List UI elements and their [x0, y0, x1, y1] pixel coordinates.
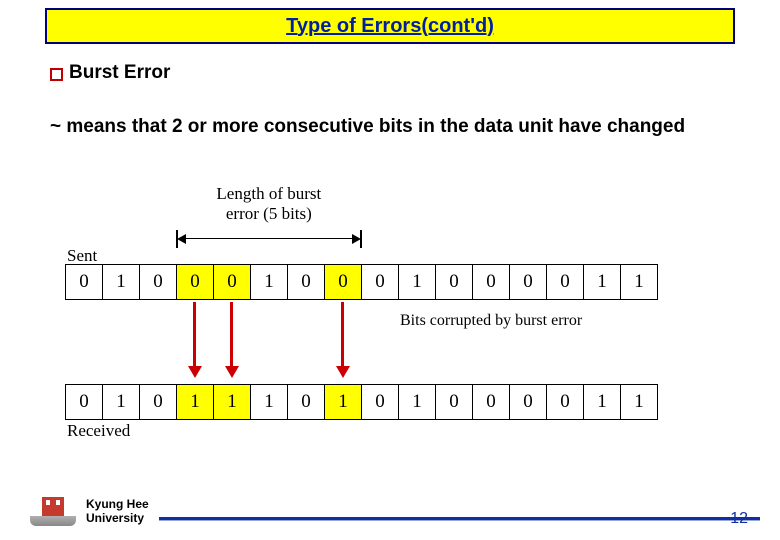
university-name: Kyung Hee University — [86, 498, 149, 526]
footer-rule — [159, 517, 760, 520]
bit-cell: 0 — [510, 385, 547, 419]
bit-cell: 1 — [177, 385, 214, 419]
bit-cell: 0 — [325, 265, 362, 299]
dimension-line — [176, 230, 361, 248]
bit-cell: 0 — [547, 265, 584, 299]
university-line2: University — [86, 512, 149, 526]
sent-bit-row: 0100010001000011 — [65, 264, 658, 300]
bit-cell: 0 — [473, 385, 510, 419]
title-bar: Type of Errors(cont'd) — [45, 8, 735, 44]
bullet-heading: Burst Error — [69, 62, 170, 84]
bit-cell: 0 — [140, 385, 177, 419]
bullet-row: Burst Error — [50, 62, 170, 84]
bit-cell: 1 — [584, 385, 621, 419]
university-logo-icon — [30, 494, 76, 526]
bit-cell: 1 — [399, 385, 436, 419]
page-number: 12 — [730, 510, 748, 528]
bit-cell: 1 — [214, 385, 251, 419]
slide-description: ~ means that 2 or more consecutive bits … — [50, 112, 730, 141]
bit-cell: 0 — [547, 385, 584, 419]
university-line1: Kyung Hee — [86, 498, 149, 512]
bit-cell: 1 — [621, 265, 657, 299]
sent-label: Sent — [67, 246, 97, 266]
bit-cell: 0 — [177, 265, 214, 299]
received-label: Received — [67, 421, 130, 441]
title-inner: Type of Errors(cont'd) — [47, 10, 733, 42]
length-label-line1: Length of burst — [166, 184, 371, 204]
bit-cell: 1 — [251, 265, 288, 299]
length-label-line2: error (5 bits) — [166, 204, 371, 224]
corrupted-label: Bits corrupted by burst error — [400, 312, 582, 330]
bit-cell: 1 — [621, 385, 657, 419]
bit-cell: 1 — [325, 385, 362, 419]
bit-cell: 0 — [362, 265, 399, 299]
bit-cell: 1 — [103, 385, 140, 419]
bit-cell: 0 — [140, 265, 177, 299]
bit-cell: 0 — [436, 265, 473, 299]
bit-cell: 0 — [510, 265, 547, 299]
bit-cell: 0 — [66, 265, 103, 299]
bit-cell: 1 — [584, 265, 621, 299]
bit-cell: 1 — [251, 385, 288, 419]
bit-cell: 0 — [288, 265, 325, 299]
length-label: Length of burst error (5 bits) — [166, 184, 371, 223]
bit-cell: 1 — [103, 265, 140, 299]
received-bit-row: 0101110101000011 — [65, 384, 658, 420]
bit-cell: 0 — [362, 385, 399, 419]
footer: Kyung Hee University 12 — [30, 494, 760, 526]
bit-cell: 0 — [66, 385, 103, 419]
footer-rule-wrap — [159, 517, 760, 526]
square-bullet-icon — [50, 68, 63, 81]
bit-cell: 0 — [288, 385, 325, 419]
bit-cell: 0 — [214, 265, 251, 299]
slide-title: Type of Errors(cont'd) — [286, 15, 494, 38]
bit-cell: 1 — [399, 265, 436, 299]
bit-cell: 0 — [436, 385, 473, 419]
bit-cell: 0 — [473, 265, 510, 299]
